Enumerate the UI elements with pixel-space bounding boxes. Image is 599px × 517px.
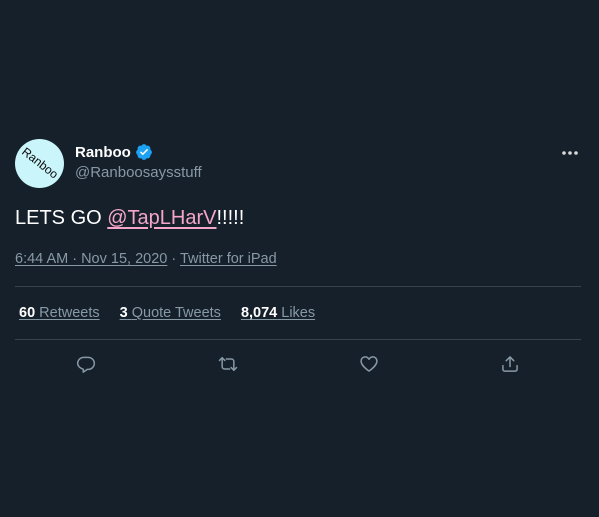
- retweets-label: Retweets: [39, 305, 100, 321]
- tweet-text-after: !!!!!: [216, 207, 245, 229]
- tweet-page: Ranboo Ranboo @Ranboosaysstuff LETS GO @…: [0, 0, 599, 517]
- quote-tweets-stat[interactable]: 3 Quote Tweets: [120, 305, 221, 321]
- retweets-stat[interactable]: 60 Retweets: [19, 305, 100, 321]
- share-button[interactable]: [499, 353, 521, 375]
- retweets-count: 60: [19, 305, 36, 321]
- tweet-meta: 6:44 AM · Nov 15, 2020 · Twitter for iPa…: [15, 249, 581, 269]
- quote-tweets-count: 3: [119, 305, 128, 321]
- author-names: Ranboo @Ranboosaysstuff: [75, 142, 202, 182]
- mention-link[interactable]: @TapLHarV: [107, 207, 216, 229]
- like-button[interactable]: [358, 353, 380, 375]
- timestamp-link[interactable]: 6:44 AM · Nov 15, 2020: [15, 251, 167, 267]
- meta-separator: ·: [167, 251, 180, 267]
- tweet-text-before: LETS GO: [15, 207, 108, 229]
- display-name-row: Ranboo: [75, 142, 202, 162]
- source-link[interactable]: Twitter for iPad: [180, 251, 277, 267]
- avatar[interactable]: Ranboo: [15, 139, 64, 188]
- reply-button[interactable]: [75, 353, 97, 375]
- verified-badge-icon: [135, 144, 152, 160]
- quote-tweets-label: Quote Tweets: [131, 305, 221, 321]
- tweet: Ranboo Ranboo @Ranboosaysstuff LETS GO @…: [15, 138, 581, 388]
- likes-count: 8,074: [240, 305, 278, 321]
- tweet-actions: [15, 340, 581, 388]
- more-button[interactable]: [559, 144, 581, 162]
- retweet-button[interactable]: [217, 353, 239, 375]
- retweet-icon: [218, 357, 238, 371]
- more-dots-icon: [562, 151, 578, 155]
- display-name[interactable]: Ranboo: [75, 144, 131, 161]
- likes-stat[interactable]: 8,074 Likes: [241, 305, 315, 321]
- likes-label: Likes: [281, 305, 316, 321]
- share-icon: [502, 356, 518, 372]
- avatar-text: Ranboo: [19, 144, 61, 182]
- heart-icon: [360, 356, 378, 372]
- tweet-text: LETS GO @TapLHarV!!!!!: [15, 205, 581, 231]
- reply-icon: [76, 356, 96, 373]
- tweet-header: Ranboo Ranboo @Ranboosaysstuff: [15, 138, 581, 188]
- author-handle[interactable]: @Ranboosaysstuff: [75, 164, 202, 181]
- tweet-stats: 60 Retweets 3 Quote Tweets 8,074 Likes: [15, 287, 581, 339]
